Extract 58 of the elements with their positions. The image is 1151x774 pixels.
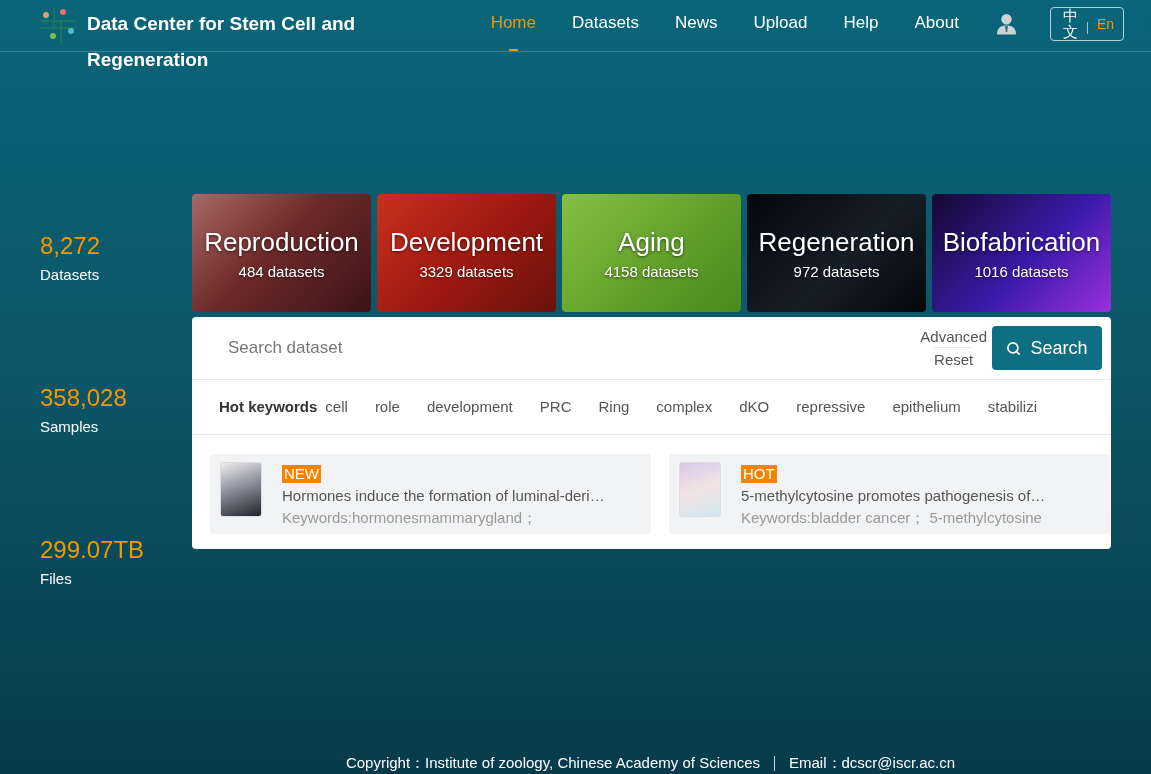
category-card[interactable]: Biofabrication 1016 datasets — [932, 194, 1111, 312]
logo-icon — [40, 7, 76, 43]
stat-value: 299.07TB — [40, 535, 145, 565]
dataset-badge: HOT — [741, 465, 777, 483]
hot-keywords-heading: Hot keywords — [219, 396, 318, 417]
dataset-count: 4158 datasets — [604, 262, 699, 282]
dataset-count: 972 datasets — [793, 262, 880, 282]
dataset-card[interactable]: NEW Hormones induce the formation of luminal-deri… Keywords:hormonesmammarygland； — [210, 454, 651, 534]
category-title: Development — [389, 226, 544, 258]
language-option[interactable]: 中文 — [1062, 7, 1078, 41]
nav-link[interactable]: News — [675, 0, 718, 52]
category-title: Regeneration — [758, 226, 915, 258]
dataset-count: 1016 datasets — [974, 262, 1069, 282]
dataset-keywords: Keywords:bladder cancer； 5-methylcytosine — [741, 508, 1042, 528]
search-field[interactable]: Search dataset — [228, 328, 921, 368]
keyword-link[interactable]: development — [426, 395, 513, 419]
keyword-link[interactable]: epithelium — [892, 395, 961, 419]
keyword-link[interactable]: complex — [656, 395, 713, 419]
thumbnail-placeholder — [220, 462, 262, 517]
dataset-title[interactable]: 5-methylcytosine promotes pathogenesis of… — [741, 485, 1046, 507]
active-underline — [508, 49, 518, 51]
site-title[interactable]: Data Center for Stem Cell and Regeneration — [87, 6, 372, 78]
stat-label: Files — [40, 569, 72, 589]
copyright-text: Copyright：Institute of zoology, Chinese Academy of Sciences — [345, 753, 760, 773]
dataset-title[interactable]: Hormones induce the formation of luminal-deri… — [282, 485, 605, 507]
stat-value: 8,272 — [40, 231, 101, 261]
category-card[interactable]: Development 3329 datasets — [377, 194, 556, 312]
search-icon — [1006, 340, 1022, 356]
advanced-search-link[interactable]: Advanced — [920, 326, 987, 347]
dataset-count: 3329 datasets — [419, 262, 514, 282]
keyword-link[interactable]: dKO — [739, 395, 770, 419]
thumbnail-placeholder — [679, 462, 721, 517]
nav-link[interactable]: Help — [843, 0, 879, 52]
category-title: Reproduction — [204, 226, 359, 258]
search-button[interactable]: Search — [992, 326, 1102, 370]
dataset-count: 484 datasets — [238, 262, 325, 282]
category-title: Biofabrication — [942, 226, 1101, 258]
stat-label: Datasets — [40, 265, 100, 285]
stat-label: Samples — [40, 417, 99, 437]
category-card[interactable]: Reproduction 484 datasets — [192, 194, 371, 312]
user-icon[interactable] — [996, 13, 1016, 35]
nav-link[interactable]: About — [914, 0, 959, 52]
nav-link[interactable]: Datasets — [572, 0, 640, 52]
keyword-link[interactable]: PRC — [539, 395, 572, 419]
email-text: Email：dcscr@iscr.ac.cn — [789, 753, 956, 773]
keyword-link[interactable]: Ring — [598, 395, 630, 419]
nav-link[interactable]: Upload — [753, 0, 808, 52]
keyword-link[interactable]: repressive — [796, 395, 866, 419]
category-title: Aging — [618, 226, 685, 258]
dataset-keywords: Keywords:hormonesmammarygland； — [282, 508, 538, 528]
reset-link[interactable]: Reset — [934, 347, 974, 370]
category-card[interactable]: Regeneration 972 datasets — [747, 194, 926, 312]
dataset-card[interactable]: HOT 5-methylcytosine promotes pathogenesis of… Keywords:bladder cancer； 5-methylcytosine — [669, 454, 1110, 534]
dataset-badge: NEW — [282, 465, 321, 483]
keyword-link[interactable]: role — [374, 395, 400, 419]
keyword-link[interactable]: cell — [325, 395, 348, 419]
keyword-link[interactable]: stabilizi — [987, 395, 1037, 419]
stat-value: 358,028 — [40, 383, 127, 413]
